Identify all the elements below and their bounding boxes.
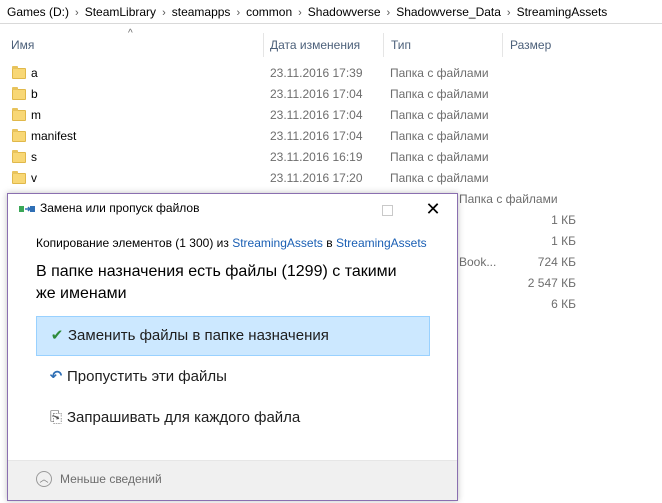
folder-icon: [12, 66, 26, 79]
replace-files-label: Заменить файлы в папке назначения: [68, 327, 329, 344]
copy-files-icon: [19, 206, 35, 212]
breadcrumb-item[interactable]: StreamingAssets: [513, 5, 612, 19]
folder-icon: [12, 150, 26, 163]
file-row[interactable]: b 23.11.2016 17:04 Папка с файлами: [0, 84, 662, 105]
file-type: Папка с файлами: [390, 171, 489, 185]
chevron-right-icon: ›: [298, 7, 302, 19]
decide-each-label: Запрашивать для каждого файла: [67, 409, 301, 426]
copy-mid: в: [322, 236, 336, 250]
sort-up-icon: ^: [128, 28, 133, 39]
column-header-name[interactable]: Имя: [11, 33, 34, 57]
file-row[interactable]: a 23.11.2016 17:39 Папка с файлами: [0, 63, 662, 84]
file-name: m: [31, 108, 41, 122]
destination-folder-link[interactable]: StreamingAssets: [336, 236, 427, 250]
file-date: 23.11.2016 17:04: [270, 129, 363, 143]
replace-or-skip-dialog: Замена или пропуск файлов ✕ Копирование …: [7, 193, 458, 501]
chevron-right-icon: ›: [236, 7, 241, 19]
decide-each-option[interactable]: ⎘ Запрашивать для каждого файла: [36, 399, 430, 439]
file-date: 23.11.2016 16:19: [270, 150, 363, 164]
close-icon: ✕: [425, 199, 441, 219]
maximize-button[interactable]: [364, 194, 410, 224]
file-type: Папка с файлами: [390, 150, 489, 164]
file-size: 1 КБ: [551, 234, 576, 248]
file-date: 23.11.2016 17:20: [270, 171, 363, 185]
breadcrumb-item[interactable]: common: [242, 5, 296, 19]
file-name: s: [31, 150, 37, 164]
file-row[interactable]: s 23.11.2016 16:19 Папка с файлами: [0, 147, 662, 168]
file-type: Папка с файлами: [390, 66, 489, 80]
file-type: Папка с файлами: [390, 108, 489, 122]
column-divider[interactable]: [263, 33, 264, 57]
file-type: Book...: [459, 255, 497, 269]
chevron-right-icon: ›: [386, 7, 391, 19]
breadcrumb-item[interactable]: SteamLibrary: [81, 5, 160, 19]
file-size: 2 547 КБ: [527, 276, 576, 290]
file-name: manifest: [31, 129, 77, 143]
maximize-icon: [381, 204, 393, 216]
breadcrumb-item[interactable]: Games (D:): [3, 5, 73, 19]
copy-status: Копирование элементов (1 300) из Streami…: [36, 236, 427, 250]
undo-arrow-icon: ↶: [49, 368, 63, 385]
file-type: Папка с файлами: [459, 192, 558, 206]
file-row[interactable]: manifest 23.11.2016 17:04 Папка с файлам…: [0, 126, 662, 147]
file-row[interactable]: m 23.11.2016 17:04 Папка с файлами: [0, 105, 662, 126]
file-name: a: [31, 66, 38, 80]
file-name: v: [31, 171, 37, 185]
breadcrumb: Games (D:) › SteamLibrary › steamapps › common…: [3, 5, 611, 19]
column-divider[interactable]: [502, 33, 503, 57]
dialog-title: Замена или пропуск файлов: [40, 201, 200, 215]
file-type: Папка с файлами: [390, 129, 489, 143]
compare-files-icon: ⎘: [49, 409, 62, 426]
replace-files-option[interactable]: ✔ Заменить файлы в папке назначения: [36, 316, 430, 356]
file-size: 1 КБ: [551, 213, 576, 227]
column-header-type[interactable]: Тип: [391, 33, 411, 57]
skip-files-option[interactable]: ↶ Пропустить эти файлы: [36, 358, 430, 398]
column-divider[interactable]: [383, 33, 384, 57]
column-header-size[interactable]: Размер: [510, 33, 551, 57]
skip-files-label: Пропустить эти файлы: [67, 368, 227, 385]
breadcrumb-item[interactable]: steamapps: [168, 5, 235, 19]
column-header-date[interactable]: Дата изменения: [270, 33, 360, 57]
less-details-label: Меньше сведений: [60, 472, 162, 486]
file-row[interactable]: v 23.11.2016 17:20 Папка с файлами: [0, 168, 662, 189]
address-bar[interactable]: Games (D:) › SteamLibrary › steamapps › common…: [0, 0, 662, 24]
chevron-right-icon: ›: [506, 7, 511, 19]
source-folder-link[interactable]: StreamingAssets: [232, 236, 323, 250]
dialog-footer: ︿ Меньше сведений: [8, 461, 457, 500]
copy-prefix: Копирование элементов (1 300) из: [36, 236, 233, 250]
close-button[interactable]: ✕: [410, 194, 456, 224]
file-size: 6 КБ: [551, 297, 576, 311]
chevron-up-icon: ︿: [36, 471, 52, 487]
folder-icon: [12, 171, 26, 184]
folder-icon: [12, 87, 26, 100]
breadcrumb-item[interactable]: Shadowverse_Data: [392, 5, 505, 19]
chevron-right-icon: ›: [162, 7, 166, 19]
chevron-right-icon: ›: [75, 7, 79, 19]
breadcrumb-item[interactable]: Shadowverse: [304, 5, 385, 19]
file-size: 724 КБ: [537, 255, 576, 269]
folder-icon: [12, 129, 26, 142]
file-date: 23.11.2016 17:39: [270, 66, 363, 80]
file-name: b: [31, 87, 38, 101]
conflict-heading: В папке назначения есть файлы (1299) с т…: [36, 263, 397, 302]
file-type: Папка с файлами: [390, 87, 489, 101]
folder-icon: [12, 108, 26, 121]
file-date: 23.11.2016 17:04: [270, 108, 363, 122]
file-date: 23.11.2016 17:04: [270, 87, 363, 101]
checkmark-icon: ✔: [50, 327, 64, 344]
